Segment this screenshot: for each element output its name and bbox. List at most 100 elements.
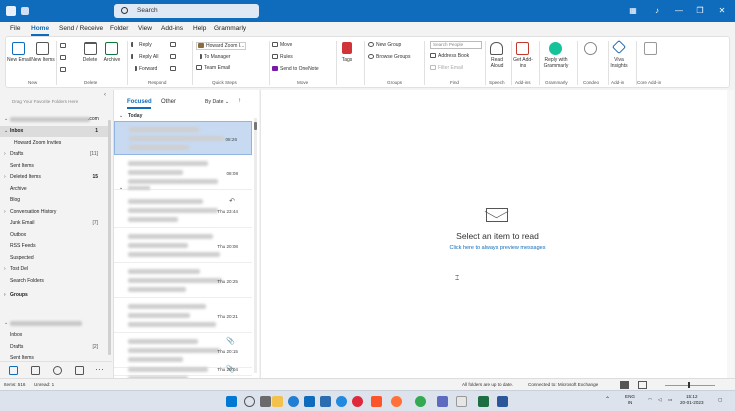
word-icon[interactable] <box>497 396 508 407</box>
tab-send-receive[interactable]: Send / Receive <box>59 25 103 32</box>
read-aloud-button[interactable]: Read Aloud <box>485 57 509 69</box>
always-preview-link[interactable]: Click here to always preview messages <box>261 245 734 251</box>
quick-access-icon[interactable] <box>21 7 29 15</box>
sort-direction-icon[interactable]: ↑ <box>238 98 241 104</box>
app-icon[interactable] <box>437 396 448 407</box>
folder-item-junk-email[interactable]: Junk Email [7] <box>0 218 110 229</box>
tab-addins[interactable]: Add-ins <box>161 25 183 32</box>
tab-help[interactable]: Help <box>193 25 206 32</box>
brave-icon[interactable] <box>371 396 382 407</box>
tray-overflow-icon[interactable]: ⌃ <box>605 397 610 403</box>
reading-view-icon[interactable] <box>638 381 647 389</box>
search-people-input[interactable]: Search People <box>430 41 482 49</box>
quick-step-howard[interactable]: Howard Zoom I... <box>196 42 247 50</box>
tab-focused[interactable]: Focused <box>127 99 152 105</box>
viva-insights-button[interactable]: Viva Insights <box>607 57 631 69</box>
chevron-right-icon[interactable]: › <box>4 207 6 218</box>
group-header-older[interactable]: ⌄ <box>114 184 254 192</box>
firefox-icon[interactable] <box>391 396 402 407</box>
folder-item-drafts[interactable]: › Drafts [11] <box>0 149 110 160</box>
message-item[interactable]: 📎 Thu 20:04 <box>114 362 252 381</box>
calendar-icon[interactable] <box>31 366 40 375</box>
mail-icon[interactable] <box>9 366 18 375</box>
address-book-button[interactable]: Address Book <box>430 53 469 59</box>
message-item[interactable]: Thu 20:08 <box>114 229 252 263</box>
tab-view[interactable]: View <box>138 25 152 32</box>
new-group-button[interactable]: New Group <box>368 42 401 48</box>
folder-item-deleted-items[interactable]: › Deleted Items 15 <box>0 172 110 183</box>
reply-button[interactable]: Reply <box>131 42 152 48</box>
folder-item-rss-feeds[interactable]: RSS Feeds <box>0 241 110 252</box>
forward-button[interactable]: Forward <box>131 66 157 72</box>
message-item[interactable]: Thu 20:25 <box>114 264 252 298</box>
rules-button[interactable]: Rules <box>272 54 293 60</box>
junk-button[interactable] <box>60 67 68 73</box>
close-button[interactable]: ✕ <box>715 4 729 18</box>
folder-item-sent-items[interactable]: Sent Items <box>0 161 110 172</box>
coauthor-icon[interactable]: ▦ <box>626 4 640 18</box>
more-respond-button[interactable] <box>170 66 178 72</box>
notifications-icon[interactable]: ▢ <box>718 397 722 403</box>
folder-pane-scrollbar[interactable] <box>108 120 111 355</box>
cleanup-button[interactable] <box>60 55 68 61</box>
tab-file[interactable]: File <box>10 25 20 32</box>
account2-header[interactable]: ⌄ <box>0 318 110 329</box>
store-icon[interactable] <box>320 396 331 407</box>
edge-icon[interactable] <box>288 396 299 407</box>
delete-button[interactable]: Delete <box>78 57 102 63</box>
folder-item-tost-del[interactable]: › Tost Del <box>0 264 110 275</box>
more-apps-icon[interactable]: ··· <box>95 364 104 374</box>
tab-folder[interactable]: Folder <box>110 25 128 32</box>
wifi-icon[interactable]: ◠ <box>648 397 652 403</box>
folder-item-howard-zoom-invites[interactable]: Howard Zoom Invites <box>0 138 110 149</box>
chevron-right-icon[interactable]: › <box>4 149 6 160</box>
start-icon[interactable] <box>226 396 237 407</box>
filter-email-button[interactable]: Filter Email <box>430 65 463 71</box>
volume-icon[interactable]: ◁ <box>658 397 662 403</box>
meeting-button[interactable] <box>170 42 178 48</box>
battery-icon[interactable]: ▭ <box>668 397 672 403</box>
folder-item-blog[interactable]: Blog <box>0 195 110 206</box>
skype-icon[interactable] <box>336 396 347 407</box>
people-icon[interactable] <box>53 366 62 375</box>
message-list-scrollbar[interactable] <box>254 118 257 373</box>
groups-header[interactable]: › Groups <box>0 290 110 301</box>
chevron-right-icon[interactable]: › <box>4 264 6 275</box>
tab-home[interactable]: Home <box>31 25 49 32</box>
minimize-button[interactable]: — <box>672 4 686 18</box>
get-addins-button[interactable]: Get Add-ins <box>511 57 535 69</box>
message-item[interactable]: Thu 20:21 <box>114 299 252 333</box>
account2-folder-drafts[interactable]: Drafts [2] <box>0 342 110 353</box>
clock[interactable]: 15:12 20-01-2023 <box>680 394 704 406</box>
collapse-icon[interactable]: ‹ <box>104 92 106 98</box>
outlook-taskbar-icon[interactable] <box>304 396 315 407</box>
quick-step-team[interactable]: Team Email <box>196 65 230 71</box>
tab-grammarly[interactable]: Grammarly <box>214 25 246 32</box>
tasks-icon[interactable] <box>75 366 84 375</box>
sort-by-date-dropdown[interactable]: By Date ⌄ <box>205 99 229 105</box>
reply-all-button[interactable]: Reply All <box>131 54 158 60</box>
chrome-icon[interactable] <box>415 396 426 407</box>
file-explorer-icon[interactable] <box>272 396 283 407</box>
tags-button[interactable]: Tags <box>336 57 358 63</box>
folder-item-outbox[interactable]: Outbox <box>0 230 110 241</box>
chevron-down-icon[interactable]: ⌄ <box>4 126 8 137</box>
ignore-button[interactable] <box>60 43 68 49</box>
folder-item-archive[interactable]: Archive <box>0 184 110 195</box>
folder-item-suspected[interactable]: Suspected <box>0 253 110 264</box>
scrollbar-thumb[interactable] <box>254 122 257 130</box>
zoom-slider[interactable] <box>665 385 715 386</box>
notepad-icon[interactable] <box>456 396 467 407</box>
archive-button[interactable]: Archive <box>100 57 124 63</box>
bell-icon[interactable]: ♪ <box>650 4 664 18</box>
normal-view-icon[interactable] <box>620 381 629 389</box>
maximize-button[interactable]: ❐ <box>693 4 707 18</box>
new-items-button[interactable]: New Items <box>31 57 55 63</box>
language-indicator[interactable]: ENG IN <box>625 394 635 406</box>
folder-item-conversation-history[interactable]: › Conversation History <box>0 207 110 218</box>
folder-item-inbox[interactable]: ⌄ Inbox 1 <box>0 126 110 137</box>
folder-item-search-folders[interactable]: Search Folders <box>0 276 110 287</box>
task-view-icon[interactable] <box>260 396 271 407</box>
account2-folder-inbox[interactable]: Inbox <box>0 330 110 341</box>
tab-other[interactable]: Other <box>161 99 176 105</box>
